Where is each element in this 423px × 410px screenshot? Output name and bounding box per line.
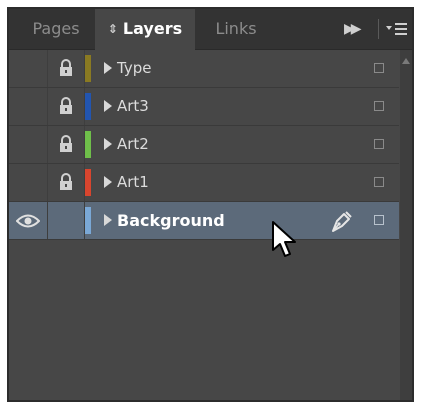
lock-toggle[interactable] <box>48 50 85 87</box>
lock-toggle[interactable] <box>48 202 85 239</box>
expand-triangle-icon[interactable] <box>104 100 112 112</box>
layer-row-art2[interactable]: Art2 <box>9 126 399 164</box>
expand-triangle-icon[interactable] <box>104 214 112 226</box>
layer-color-swatch <box>85 131 91 158</box>
panel-menu-icon[interactable] <box>386 21 408 37</box>
expand-triangle-icon[interactable] <box>104 176 112 188</box>
layer-color-swatch <box>85 93 91 120</box>
layer-select-box[interactable] <box>374 215 384 225</box>
layer-select-box[interactable] <box>374 101 384 111</box>
layer-color-swatch <box>85 169 91 196</box>
layer-row-background[interactable]: Background <box>9 202 399 240</box>
tab-layers-label: Layers <box>122 19 183 38</box>
layer-color-swatch <box>85 55 91 82</box>
mouse-cursor-icon <box>272 221 296 257</box>
lock-icon <box>60 97 72 114</box>
layer-name: Type <box>117 59 152 77</box>
layer-select-box[interactable] <box>374 139 384 149</box>
layers-panel: Pages ⇕ Layers Links ▶▶ Type Art3 Art2 A… <box>7 7 414 402</box>
layer-name: Art2 <box>117 135 149 153</box>
layer-row-art3[interactable]: Art3 <box>9 88 399 126</box>
tab-links-label: Links <box>215 19 257 38</box>
screenshot-frame: Pages ⇕ Layers Links ▶▶ Type Art3 Art2 A… <box>0 0 423 410</box>
visibility-toggle[interactable] <box>9 126 48 163</box>
visibility-toggle[interactable] <box>9 202 48 239</box>
double-arrow-right-icon[interactable]: ▶▶ <box>344 22 362 36</box>
scrollbar[interactable] <box>400 50 412 400</box>
lock-icon <box>60 135 72 152</box>
tab-layers[interactable]: ⇕ Layers <box>95 9 195 50</box>
expand-triangle-icon[interactable] <box>104 62 112 74</box>
layer-select-box[interactable] <box>374 63 384 73</box>
eye-icon <box>16 214 40 228</box>
tab-bar-divider <box>378 19 379 39</box>
pen-nib-icon <box>332 211 352 232</box>
layer-select-box[interactable] <box>374 177 384 187</box>
layer-name: Art1 <box>117 173 149 191</box>
up-down-arrows-icon: ⇕ <box>107 22 118 36</box>
lock-icon <box>60 173 72 190</box>
visibility-toggle[interactable] <box>9 164 48 201</box>
layer-row-type[interactable]: Type <box>9 50 399 88</box>
scroll-up-arrow-icon[interactable] <box>402 58 410 64</box>
lock-toggle[interactable] <box>48 126 85 163</box>
panel-tab-bar: Pages ⇕ Layers Links ▶▶ <box>9 9 412 50</box>
layer-row-art1[interactable]: Art1 <box>9 164 399 202</box>
visibility-toggle[interactable] <box>9 50 48 87</box>
layer-name: Background <box>117 211 225 230</box>
layer-list: Type Art3 Art2 Art1 Background <box>9 50 399 240</box>
expand-triangle-icon[interactable] <box>104 138 112 150</box>
lock-toggle[interactable] <box>48 164 85 201</box>
tab-pages[interactable]: Pages <box>17 9 95 49</box>
layer-name: Art3 <box>117 97 149 115</box>
layer-color-swatch <box>85 207 91 234</box>
tab-pages-label: Pages <box>32 19 80 38</box>
lock-icon <box>60 59 72 76</box>
visibility-toggle[interactable] <box>9 88 48 125</box>
tab-links[interactable]: Links <box>201 9 271 49</box>
lock-toggle[interactable] <box>48 88 85 125</box>
